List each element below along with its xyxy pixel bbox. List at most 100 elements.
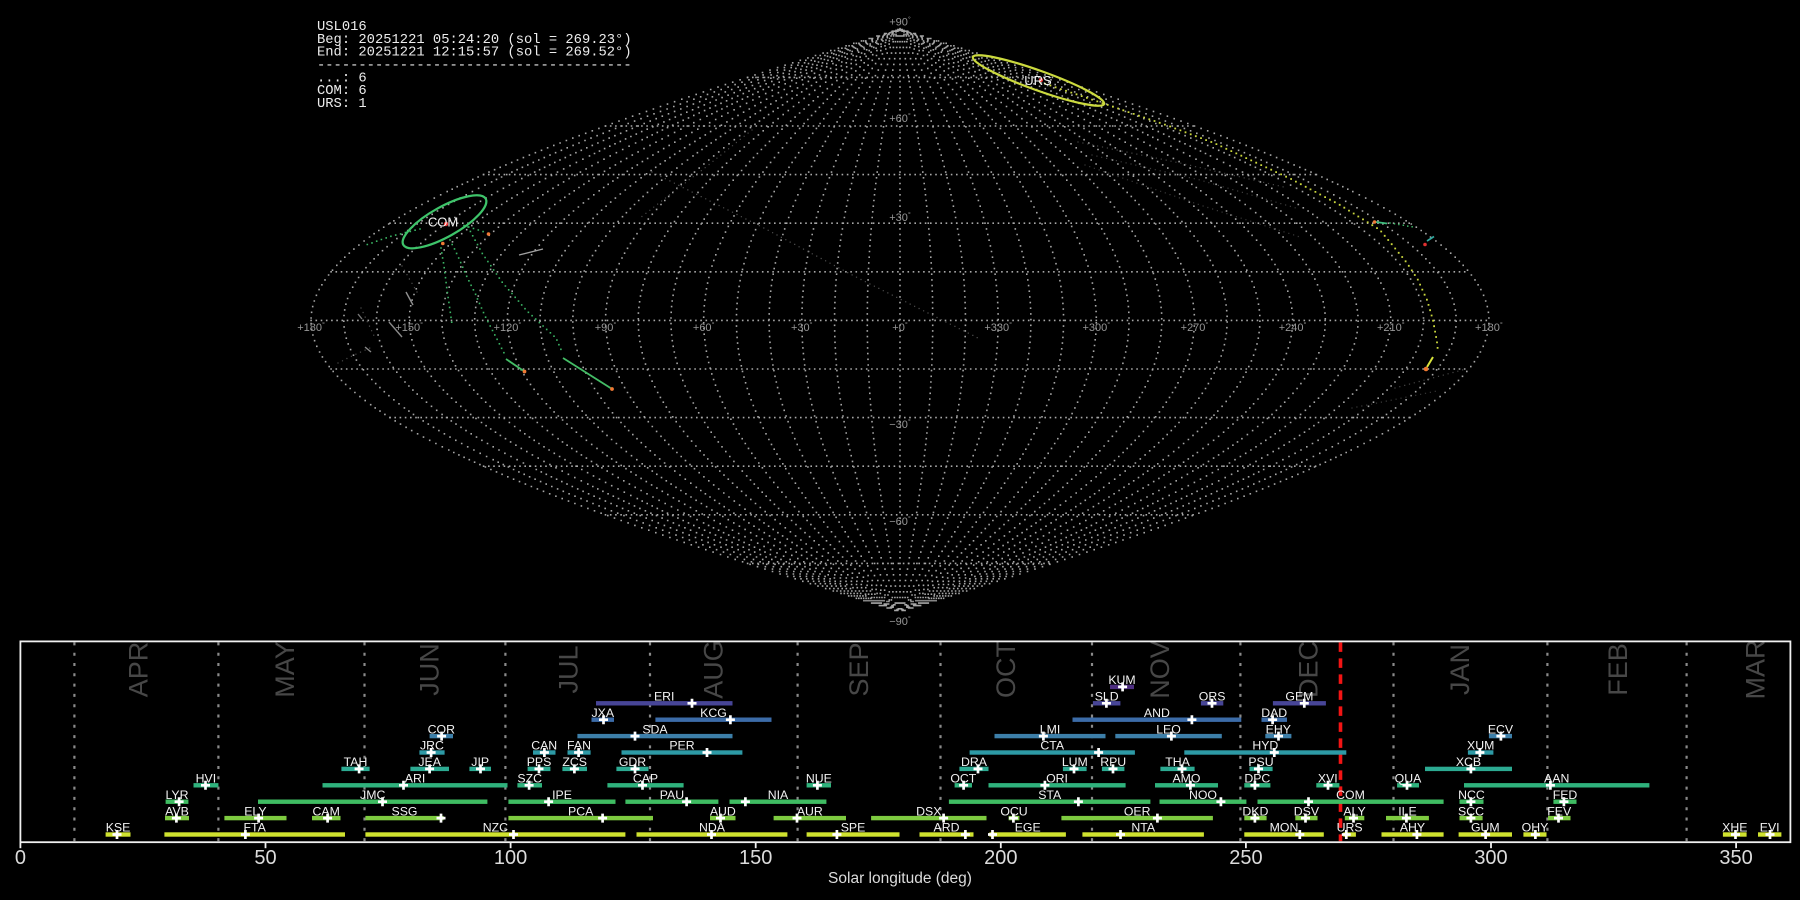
- svg-text:SSG: SSG: [392, 804, 418, 818]
- svg-text:LMI: LMI: [1040, 722, 1061, 736]
- svg-text:DAD: DAD: [1261, 706, 1287, 720]
- svg-text:OCT: OCT: [991, 641, 1021, 698]
- svg-text:SLD: SLD: [1095, 690, 1119, 704]
- svg-text:ARD: ARD: [934, 821, 960, 835]
- svg-text:150: 150: [739, 847, 772, 869]
- svg-text:NUE: NUE: [806, 772, 832, 786]
- svg-text:JEA: JEA: [418, 755, 441, 769]
- svg-text:AUG: AUG: [699, 640, 729, 699]
- svg-text:SZC: SZC: [517, 772, 542, 786]
- svg-text:ZCS: ZCS: [562, 755, 587, 769]
- svg-text:AUD: AUD: [710, 804, 736, 818]
- svg-text:GDR: GDR: [619, 755, 646, 769]
- svg-text:COM: COM: [1336, 788, 1365, 802]
- svg-text:EHY: EHY: [1266, 722, 1291, 736]
- svg-text:ALY: ALY: [1343, 804, 1365, 818]
- svg-text:JAN: JAN: [1445, 644, 1475, 695]
- svg-text:GUM: GUM: [1471, 821, 1500, 835]
- svg-text:50: 50: [254, 847, 276, 869]
- svg-text:0: 0: [15, 847, 26, 869]
- svg-text:DRA: DRA: [961, 755, 988, 769]
- svg-text:GEM: GEM: [1285, 690, 1313, 704]
- svg-text:HYD: HYD: [1252, 739, 1278, 753]
- svg-text:STA: STA: [1038, 788, 1062, 802]
- svg-text:+120°: +120°: [494, 320, 522, 334]
- svg-text:+180°: +180°: [1475, 320, 1503, 334]
- svg-text:+180°: +180°: [297, 320, 325, 334]
- svg-text:MON: MON: [1270, 821, 1299, 835]
- svg-text:100: 100: [494, 847, 527, 869]
- svg-text:OCU: OCU: [1000, 804, 1027, 818]
- svg-text:DPC: DPC: [1244, 772, 1270, 786]
- svg-text:NOV: NOV: [1145, 640, 1175, 699]
- svg-text:MAY: MAY: [270, 641, 300, 698]
- svg-text:XHE: XHE: [1722, 821, 1747, 835]
- svg-text:KUM: KUM: [1108, 673, 1135, 687]
- svg-text:SPE: SPE: [841, 821, 866, 835]
- svg-text:AVB: AVB: [165, 804, 189, 818]
- svg-text:CTA: CTA: [1040, 739, 1064, 753]
- svg-text:XVI: XVI: [1318, 772, 1338, 786]
- svg-text:+330°: +330°: [984, 320, 1012, 334]
- svg-text:JRC: JRC: [420, 739, 444, 753]
- svg-text:SCC: SCC: [1458, 804, 1484, 818]
- svg-text:SDA: SDA: [642, 722, 668, 736]
- svg-text:+90°: +90°: [595, 320, 617, 334]
- svg-text:LYR: LYR: [165, 788, 188, 802]
- svg-text:+270°: +270°: [1181, 320, 1209, 334]
- svg-text:AMO: AMO: [1172, 772, 1200, 786]
- svg-text:COM: COM: [428, 215, 458, 230]
- svg-text:NDA: NDA: [699, 821, 726, 835]
- svg-text:350: 350: [1719, 847, 1752, 869]
- svg-text:JUL: JUL: [554, 645, 584, 693]
- svg-text:COR: COR: [428, 722, 455, 736]
- svg-text:OER: OER: [1124, 804, 1151, 818]
- svg-text:200: 200: [984, 847, 1017, 869]
- svg-text:+300°: +300°: [1082, 320, 1110, 334]
- svg-text:300: 300: [1474, 847, 1507, 869]
- svg-text:JXA: JXA: [592, 706, 615, 720]
- svg-text:CAM: CAM: [313, 804, 340, 818]
- svg-text:JIP: JIP: [471, 755, 489, 769]
- svg-text:JUN: JUN: [415, 643, 445, 696]
- svg-text:APR: APR: [124, 642, 154, 698]
- svg-text:THA: THA: [1165, 755, 1190, 769]
- svg-text:ELY: ELY: [244, 804, 266, 818]
- svg-text:250: 250: [1229, 847, 1262, 869]
- svg-text:PER: PER: [669, 739, 694, 753]
- svg-text:PCA: PCA: [568, 804, 594, 818]
- svg-text:QUA: QUA: [1395, 772, 1422, 786]
- svg-text:FED: FED: [1553, 788, 1578, 802]
- svg-text:ARI: ARI: [405, 772, 426, 786]
- svg-text:ERI: ERI: [654, 690, 675, 704]
- svg-text:PSU: PSU: [1248, 755, 1273, 769]
- svg-text:EGE: EGE: [1015, 821, 1041, 835]
- svg-text:+90°: +90°: [889, 15, 911, 29]
- svg-text:AAN: AAN: [1544, 772, 1569, 786]
- svg-text:AHY: AHY: [1400, 821, 1425, 835]
- svg-text:NZC: NZC: [483, 821, 508, 835]
- svg-text:−90°: −90°: [889, 614, 911, 628]
- svg-text:SEP: SEP: [844, 642, 874, 696]
- svg-text:TAH: TAH: [344, 755, 368, 769]
- svg-text:AND: AND: [1144, 706, 1170, 720]
- svg-text:NOO: NOO: [1189, 788, 1217, 802]
- svg-text:ORI: ORI: [1046, 772, 1068, 786]
- svg-text:URS: 1: URS: 1: [317, 97, 367, 112]
- svg-text:AUR: AUR: [797, 804, 823, 818]
- svg-text:URS: URS: [1337, 821, 1363, 835]
- svg-text:+240°: +240°: [1279, 320, 1307, 334]
- svg-text:RPU: RPU: [1100, 755, 1126, 769]
- svg-text:NIA: NIA: [768, 788, 789, 802]
- svg-text:−60°: −60°: [889, 514, 911, 528]
- svg-text:+210°: +210°: [1377, 320, 1405, 334]
- svg-text:MAR: MAR: [1741, 640, 1771, 700]
- svg-text:CAP: CAP: [633, 772, 658, 786]
- svg-text:ILE: ILE: [1398, 804, 1416, 818]
- svg-text:IPE: IPE: [552, 788, 572, 802]
- svg-text:+30°: +30°: [889, 210, 911, 224]
- svg-text:JMC: JMC: [360, 788, 385, 802]
- svg-text:XCB: XCB: [1456, 755, 1481, 769]
- svg-text:URS: URS: [1024, 73, 1052, 88]
- svg-text:HVI: HVI: [196, 772, 217, 786]
